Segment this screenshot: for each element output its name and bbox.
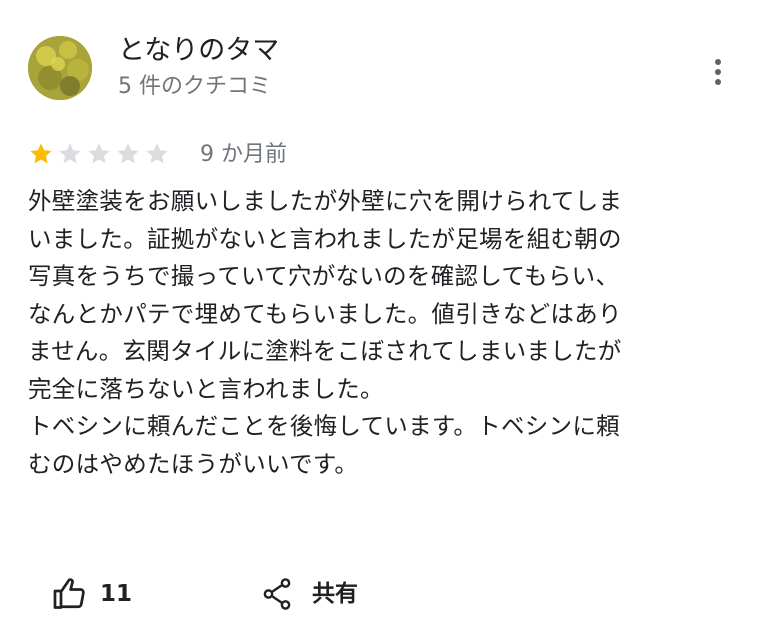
share-icon — [263, 578, 291, 610]
share-button[interactable]: 共有 — [262, 572, 358, 616]
author-name[interactable]: となりのタマ — [118, 34, 279, 68]
review-text-line: 写真をうちで撮っていて穴がないのを確認してもらい、 — [28, 262, 620, 290]
review-text-line: いました。証拠がないと言われましたが足場を組む朝の — [28, 224, 622, 253]
like-count: 11 — [100, 581, 133, 607]
more-options-button[interactable] — [700, 52, 736, 92]
review-text: 外壁塗装をお願いしましたが外壁に穴を開けられてしま いました。証拠がないと言われ… — [28, 183, 744, 483]
like-button[interactable]: 11 — [52, 572, 132, 616]
review-date: 9 か月前 — [200, 142, 287, 167]
review-text-line: むのはやめたほうがいいです。 — [28, 449, 359, 478]
review-text-line: 完全に落ちないと言われました。 — [28, 374, 384, 403]
more-vert-icon — [715, 59, 721, 85]
review-text-line: 外壁塗装をお願いしましたが外壁に穴を開けられてしま — [28, 187, 623, 215]
author-avatar[interactable] — [28, 36, 92, 100]
star-filled-icon — [30, 143, 52, 164]
review-card: となりのタマ 5 件のクチコミ 9 か月前 外壁塗装をお願いしましたが外壁に穴を… — [0, 0, 770, 638]
star-empty-icon — [59, 143, 81, 164]
avatar-photo — [28, 36, 92, 100]
star-empty-icon — [88, 143, 110, 164]
review-text-line: トベシンに頼んだことを後悔しています。トベシンに頼 — [28, 412, 620, 440]
share-label: 共有 — [312, 581, 358, 607]
author-review-count[interactable]: 5 件のクチコミ — [118, 72, 271, 102]
thumb-up-icon — [53, 578, 85, 609]
review-text-line: なんとかパテで埋めてもらいました。値引きなどはあり — [28, 299, 622, 328]
star-rating — [28, 141, 170, 167]
star-empty-icon — [117, 143, 139, 164]
star-empty-icon — [146, 143, 168, 164]
review-text-line: ません。玄関タイルに塗料をこぼされてしまいましたが — [28, 337, 622, 365]
